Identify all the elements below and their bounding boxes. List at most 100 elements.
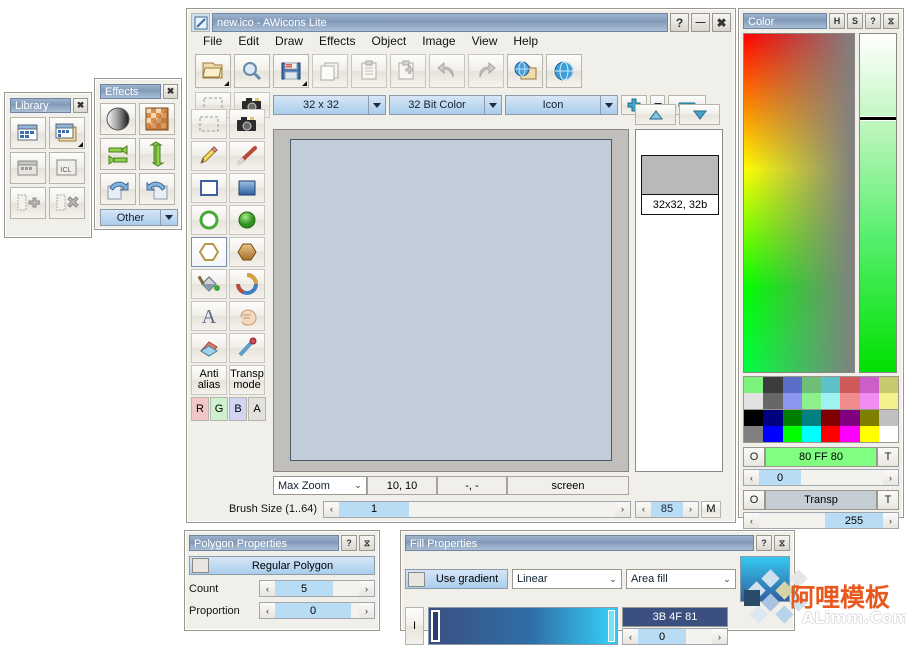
tool-ellipse[interactable] bbox=[191, 205, 227, 235]
copy-button[interactable] bbox=[312, 54, 348, 88]
sphere-shade-icon[interactable] bbox=[100, 103, 136, 135]
brightness-marker[interactable] bbox=[860, 116, 896, 121]
rotate-right-icon[interactable] bbox=[139, 173, 175, 205]
foreground-alpha-decrement[interactable]: ‹ bbox=[744, 470, 759, 485]
polygon-proportion-decrement[interactable]: ‹ bbox=[260, 603, 275, 618]
swatch[interactable] bbox=[840, 426, 860, 442]
brush-decrement-button[interactable]: ‹ bbox=[324, 501, 339, 517]
color-swatches[interactable] bbox=[743, 376, 899, 443]
swatch[interactable] bbox=[821, 410, 841, 426]
flip-vertical-icon[interactable] bbox=[139, 138, 175, 170]
checker-gradient-icon[interactable] bbox=[139, 103, 175, 135]
library-open-multi-icon[interactable] bbox=[49, 117, 85, 149]
tool-pencil[interactable] bbox=[191, 141, 227, 171]
color-depth-combo[interactable]: 32 Bit Color bbox=[389, 95, 502, 115]
foreground-color[interactable]: 80 FF 80 bbox=[765, 447, 877, 467]
image-count-decrement[interactable]: ‹ bbox=[636, 501, 651, 517]
polygon-count-decrement[interactable]: ‹ bbox=[260, 581, 275, 596]
swatch[interactable] bbox=[840, 377, 860, 393]
polygon-collapse-button[interactable]: ⧖ bbox=[359, 535, 375, 551]
move-down-button[interactable] bbox=[679, 104, 720, 125]
gradient-alpha-slider[interactable]: ‹ 0 › bbox=[622, 628, 728, 645]
preview-button[interactable] bbox=[234, 54, 270, 88]
tool-rectangle[interactable] bbox=[191, 173, 227, 203]
swatch-row-1[interactable] bbox=[744, 377, 898, 393]
library-add-icon[interactable] bbox=[10, 187, 46, 219]
swatch-row-4[interactable] bbox=[744, 426, 898, 442]
menu-edit[interactable]: Edit bbox=[230, 32, 267, 50]
background-alpha-track[interactable]: 255 bbox=[759, 513, 883, 528]
fill-mode-combo[interactable]: Area fill ⌄ bbox=[626, 569, 736, 589]
library-save-icon[interactable] bbox=[10, 152, 46, 184]
foreground-alpha-slider[interactable]: ‹ 0 › bbox=[743, 469, 899, 486]
brush-increment-button[interactable]: › bbox=[615, 501, 630, 517]
library-close-button[interactable]: ✖ bbox=[73, 98, 88, 113]
polygon-count-spinner[interactable]: ‹ 5 › bbox=[259, 580, 375, 597]
library-open-icon[interactable] bbox=[10, 117, 46, 149]
swatch[interactable] bbox=[859, 410, 879, 426]
effects-close-button[interactable]: ✖ bbox=[163, 84, 178, 99]
swatch[interactable] bbox=[763, 410, 783, 426]
transparent-mode-button[interactable]: Transp mode bbox=[229, 365, 265, 395]
swatch[interactable] bbox=[878, 377, 898, 393]
color-help-button[interactable]: ? bbox=[865, 13, 881, 29]
library-delete-icon[interactable] bbox=[49, 187, 85, 219]
fill-help-button[interactable]: ? bbox=[756, 535, 772, 551]
swatch[interactable] bbox=[763, 426, 783, 442]
tool-capture[interactable] bbox=[229, 109, 265, 139]
foreground-alpha-increment[interactable]: › bbox=[883, 470, 898, 485]
gradient-bar[interactable] bbox=[428, 607, 618, 645]
minimize-button[interactable]: — bbox=[691, 13, 710, 32]
polygon-help-button[interactable]: ? bbox=[341, 535, 357, 551]
channel-g[interactable]: G bbox=[210, 397, 228, 421]
swatch[interactable] bbox=[763, 393, 783, 409]
tool-rectangle-filled[interactable] bbox=[229, 173, 265, 203]
background-color[interactable]: Transp bbox=[765, 490, 877, 510]
image-list[interactable]: 32x32, 32b bbox=[635, 129, 723, 472]
saturation-mode-button[interactable]: S bbox=[847, 13, 863, 29]
swatch[interactable] bbox=[744, 393, 764, 409]
help-button[interactable]: ? bbox=[670, 13, 689, 32]
polygon-count-increment[interactable]: › bbox=[359, 581, 374, 596]
gradient-color-value[interactable]: 3B 4F 81 bbox=[622, 607, 728, 627]
icl-file-icon[interactable]: ICL bbox=[49, 152, 85, 184]
swatch[interactable] bbox=[821, 377, 841, 393]
rotate-left-icon[interactable] bbox=[100, 173, 136, 205]
regular-polygon-checkbox-row[interactable]: Regular Polygon bbox=[189, 556, 375, 575]
tool-picker[interactable] bbox=[229, 333, 265, 363]
chevron-down-icon[interactable] bbox=[484, 96, 501, 114]
swatch[interactable] bbox=[859, 377, 879, 393]
menu-object[interactable]: Object bbox=[364, 32, 415, 50]
menu-file[interactable]: File bbox=[195, 32, 230, 50]
background-alpha-increment[interactable]: › bbox=[883, 513, 898, 528]
foreground-alpha-track[interactable]: 0 bbox=[759, 470, 883, 485]
paste-button[interactable] bbox=[351, 54, 387, 88]
color-collapse-button[interactable]: ⧖ bbox=[883, 13, 899, 29]
export-web-button[interactable] bbox=[507, 54, 543, 88]
polygon-count-track[interactable]: 5 bbox=[275, 581, 359, 596]
paste-new-button[interactable] bbox=[390, 54, 426, 88]
background-alpha-slider[interactable]: ‹ 255 › bbox=[743, 512, 899, 529]
canvas-area[interactable] bbox=[273, 129, 629, 472]
flip-horizontal-icon[interactable] bbox=[100, 138, 136, 170]
swatch[interactable] bbox=[744, 377, 764, 393]
tool-polygon-filled[interactable] bbox=[229, 237, 265, 267]
menu-effects[interactable]: Effects bbox=[311, 32, 363, 50]
channel-a[interactable]: A bbox=[248, 397, 266, 421]
swatch[interactable] bbox=[782, 426, 802, 442]
channel-r[interactable]: R bbox=[191, 397, 209, 421]
background-opaque-button[interactable]: O bbox=[743, 490, 765, 510]
effects-other-combo[interactable]: Other bbox=[100, 209, 178, 226]
gradient-type-combo[interactable]: Linear ⌄ bbox=[512, 569, 622, 589]
foreground-transparent-button[interactable]: T bbox=[877, 447, 899, 467]
swatch[interactable] bbox=[782, 377, 802, 393]
swatch[interactable] bbox=[763, 377, 783, 393]
swatch[interactable] bbox=[744, 410, 764, 426]
swatch[interactable] bbox=[801, 377, 821, 393]
tool-fill[interactable] bbox=[191, 269, 227, 299]
menu-help[interactable]: Help bbox=[505, 32, 546, 50]
tool-polygon[interactable] bbox=[191, 237, 227, 267]
tool-text[interactable]: A bbox=[191, 301, 227, 331]
swatch[interactable] bbox=[840, 410, 860, 426]
menu-image[interactable]: Image bbox=[414, 32, 463, 50]
